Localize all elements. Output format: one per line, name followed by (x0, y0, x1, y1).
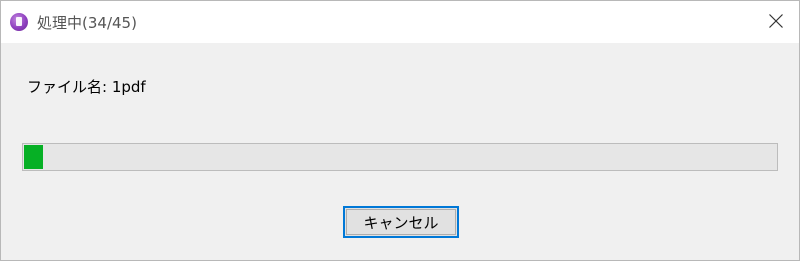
cancel-button[interactable]: キャンセル (343, 206, 459, 238)
progress-dialog: 処理中(34/45) ファイル名: 1pdf キャンセル (0, 0, 800, 261)
title-bar: 処理中(34/45) (1, 1, 799, 43)
window-title: 処理中(34/45) (37, 14, 137, 32)
filename-label: ファイル名: 1pdf (27, 78, 146, 96)
close-button[interactable] (753, 1, 799, 43)
cancel-button-label: キャンセル (346, 209, 456, 235)
progress-fill (24, 145, 43, 169)
close-icon (769, 14, 783, 28)
progress-bar (22, 143, 778, 171)
app-icon (10, 13, 28, 31)
